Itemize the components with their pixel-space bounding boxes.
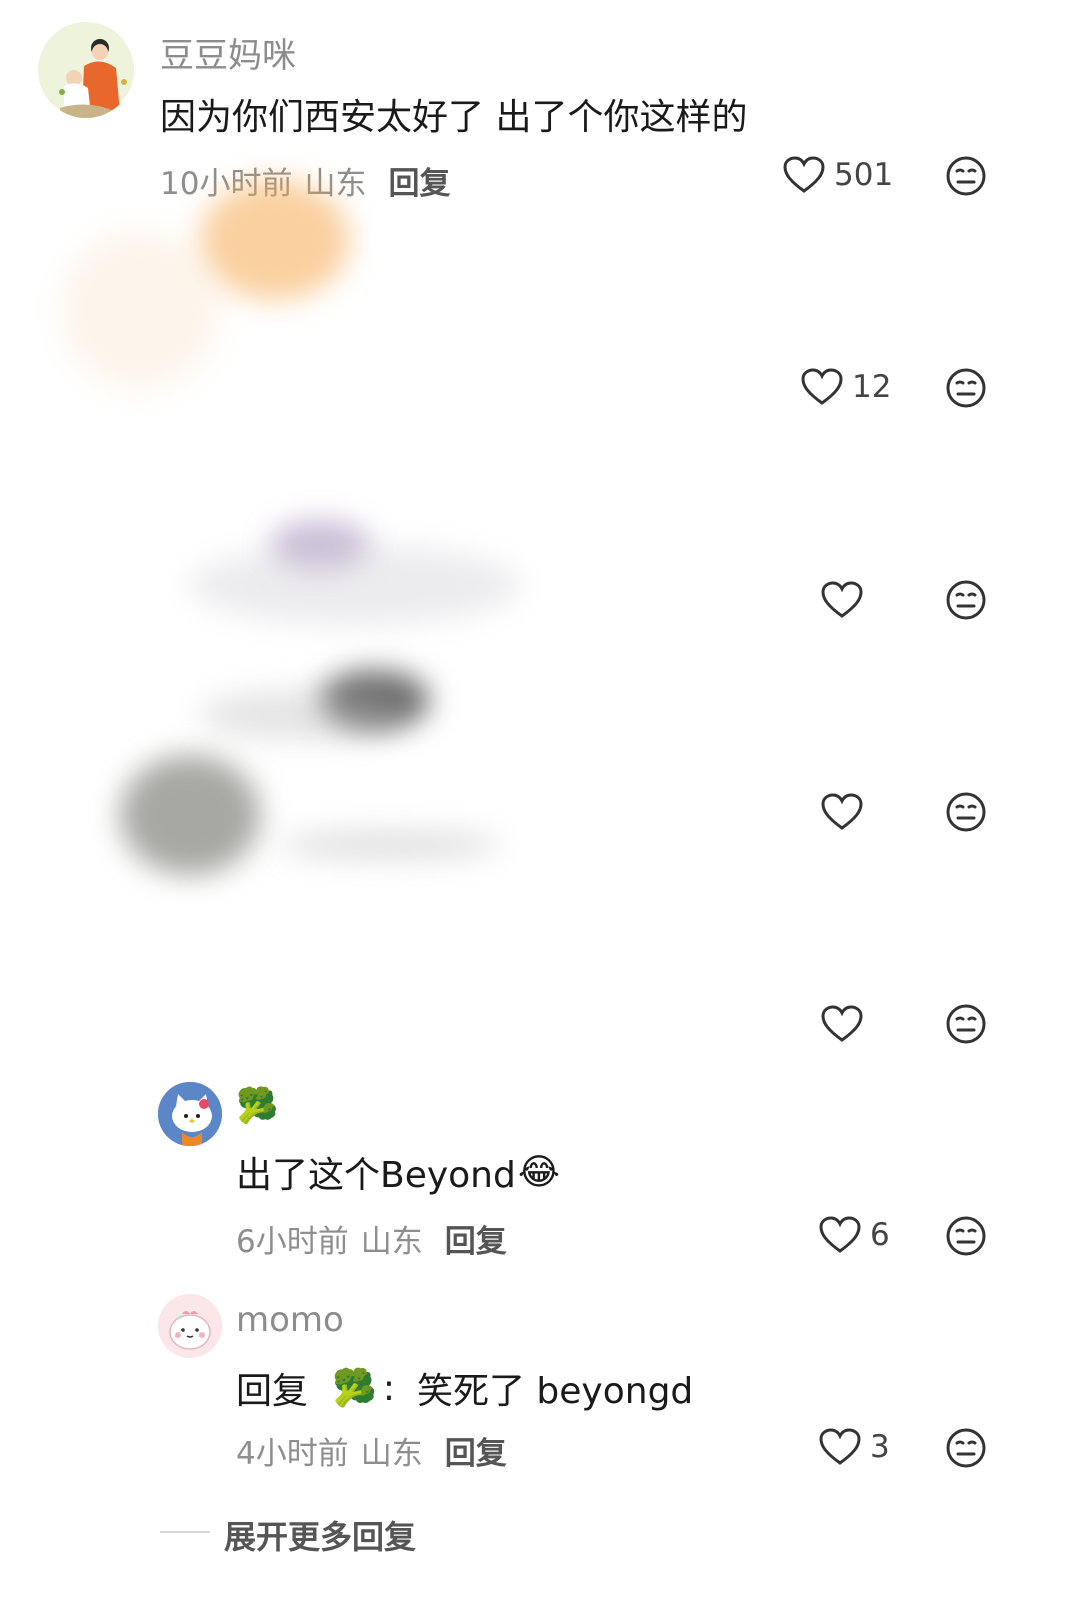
reply-button[interactable]: 回复 bbox=[445, 1428, 507, 1473]
comment-username[interactable]: 豆豆妈咪 bbox=[160, 28, 296, 77]
like-button[interactable]: 501 bbox=[782, 155, 893, 195]
avatar[interactable] bbox=[38, 22, 134, 118]
like-button[interactable]: 6 bbox=[818, 1215, 890, 1255]
laughing-crying-emoji: 😂 bbox=[517, 1151, 560, 1193]
like-button[interactable]: 3 bbox=[818, 1427, 890, 1467]
like-button[interactable]: 12 bbox=[800, 367, 891, 407]
blurred-region bbox=[190, 545, 520, 625]
like-count: 12 bbox=[852, 369, 892, 405]
like-count: 3 bbox=[870, 1429, 890, 1465]
like-count: 501 bbox=[834, 157, 894, 193]
heart-outline-icon bbox=[821, 1005, 863, 1042]
neutral-face-icon bbox=[946, 156, 986, 196]
heart-outline-icon bbox=[821, 581, 863, 618]
avatar[interactable] bbox=[158, 1294, 222, 1358]
blurred-region bbox=[60, 230, 220, 390]
like-button[interactable] bbox=[820, 580, 872, 620]
dislike-button[interactable] bbox=[944, 1214, 988, 1262]
reply-prefix: 回复 bbox=[236, 1371, 309, 1412]
reply-meta: 6小时前 山东 回复 bbox=[236, 1216, 507, 1261]
neutral-face-icon bbox=[946, 1216, 986, 1256]
blurred-region bbox=[120, 755, 260, 875]
avatar-cartoon-blob-illustration bbox=[158, 1294, 222, 1358]
comment-text: 因为你们西安太好了 出了个你这样的 bbox=[160, 97, 748, 138]
reply-username[interactable]: 🥦 bbox=[236, 1086, 278, 1126]
heart-outline-icon bbox=[819, 1216, 861, 1253]
expand-more-replies-button[interactable]: 展开更多回复 bbox=[224, 1512, 416, 1558]
avatar-mother-child-illustration bbox=[38, 22, 134, 118]
dislike-button[interactable] bbox=[944, 578, 988, 626]
neutral-face-icon bbox=[946, 1428, 986, 1468]
neutral-face-icon bbox=[946, 1004, 986, 1044]
dislike-button[interactable] bbox=[944, 366, 988, 414]
dislike-button[interactable] bbox=[944, 790, 988, 838]
reply-location: 山东 bbox=[360, 1436, 423, 1472]
reply-separator: : bbox=[382, 1367, 395, 1409]
dislike-button[interactable] bbox=[944, 1002, 988, 1050]
reply-text-content: 出了这个Beyond bbox=[236, 1155, 516, 1196]
reply-text-content: 笑死了 beyongd bbox=[416, 1371, 694, 1412]
neutral-face-icon bbox=[946, 580, 986, 620]
dislike-button[interactable] bbox=[944, 154, 988, 202]
like-button[interactable] bbox=[820, 1004, 872, 1044]
heart-outline-icon bbox=[821, 793, 863, 830]
blurred-region bbox=[200, 180, 350, 300]
neutral-face-icon bbox=[946, 792, 986, 832]
like-button[interactable] bbox=[820, 792, 872, 832]
reply-button[interactable]: 回复 bbox=[388, 158, 450, 203]
heart-outline-icon bbox=[783, 156, 825, 193]
blurred-region bbox=[280, 830, 500, 860]
avatar-kitty-illustration bbox=[158, 1082, 222, 1146]
reply-username[interactable]: momo bbox=[236, 1300, 344, 1340]
reply-text: 出了这个Beyond 😂 bbox=[236, 1146, 560, 1198]
heart-outline-icon bbox=[801, 368, 843, 405]
reply-button[interactable]: 回复 bbox=[445, 1216, 507, 1261]
reply-text: 回复 🥦 : 笑死了 beyongd bbox=[236, 1362, 693, 1414]
reply-meta: 4小时前 山东 回复 bbox=[236, 1428, 507, 1473]
neutral-face-icon bbox=[946, 368, 986, 408]
blurred-region bbox=[200, 690, 400, 740]
reply-location: 山东 bbox=[360, 1224, 423, 1260]
reply-to-username[interactable]: 🥦 bbox=[332, 1367, 377, 1409]
divider bbox=[160, 1531, 210, 1533]
heart-outline-icon bbox=[819, 1428, 861, 1465]
reply-time: 4小时前 bbox=[236, 1436, 349, 1472]
dislike-button[interactable] bbox=[944, 1426, 988, 1474]
reply-time: 6小时前 bbox=[236, 1224, 349, 1260]
avatar[interactable] bbox=[158, 1082, 222, 1146]
like-count: 6 bbox=[870, 1217, 890, 1253]
